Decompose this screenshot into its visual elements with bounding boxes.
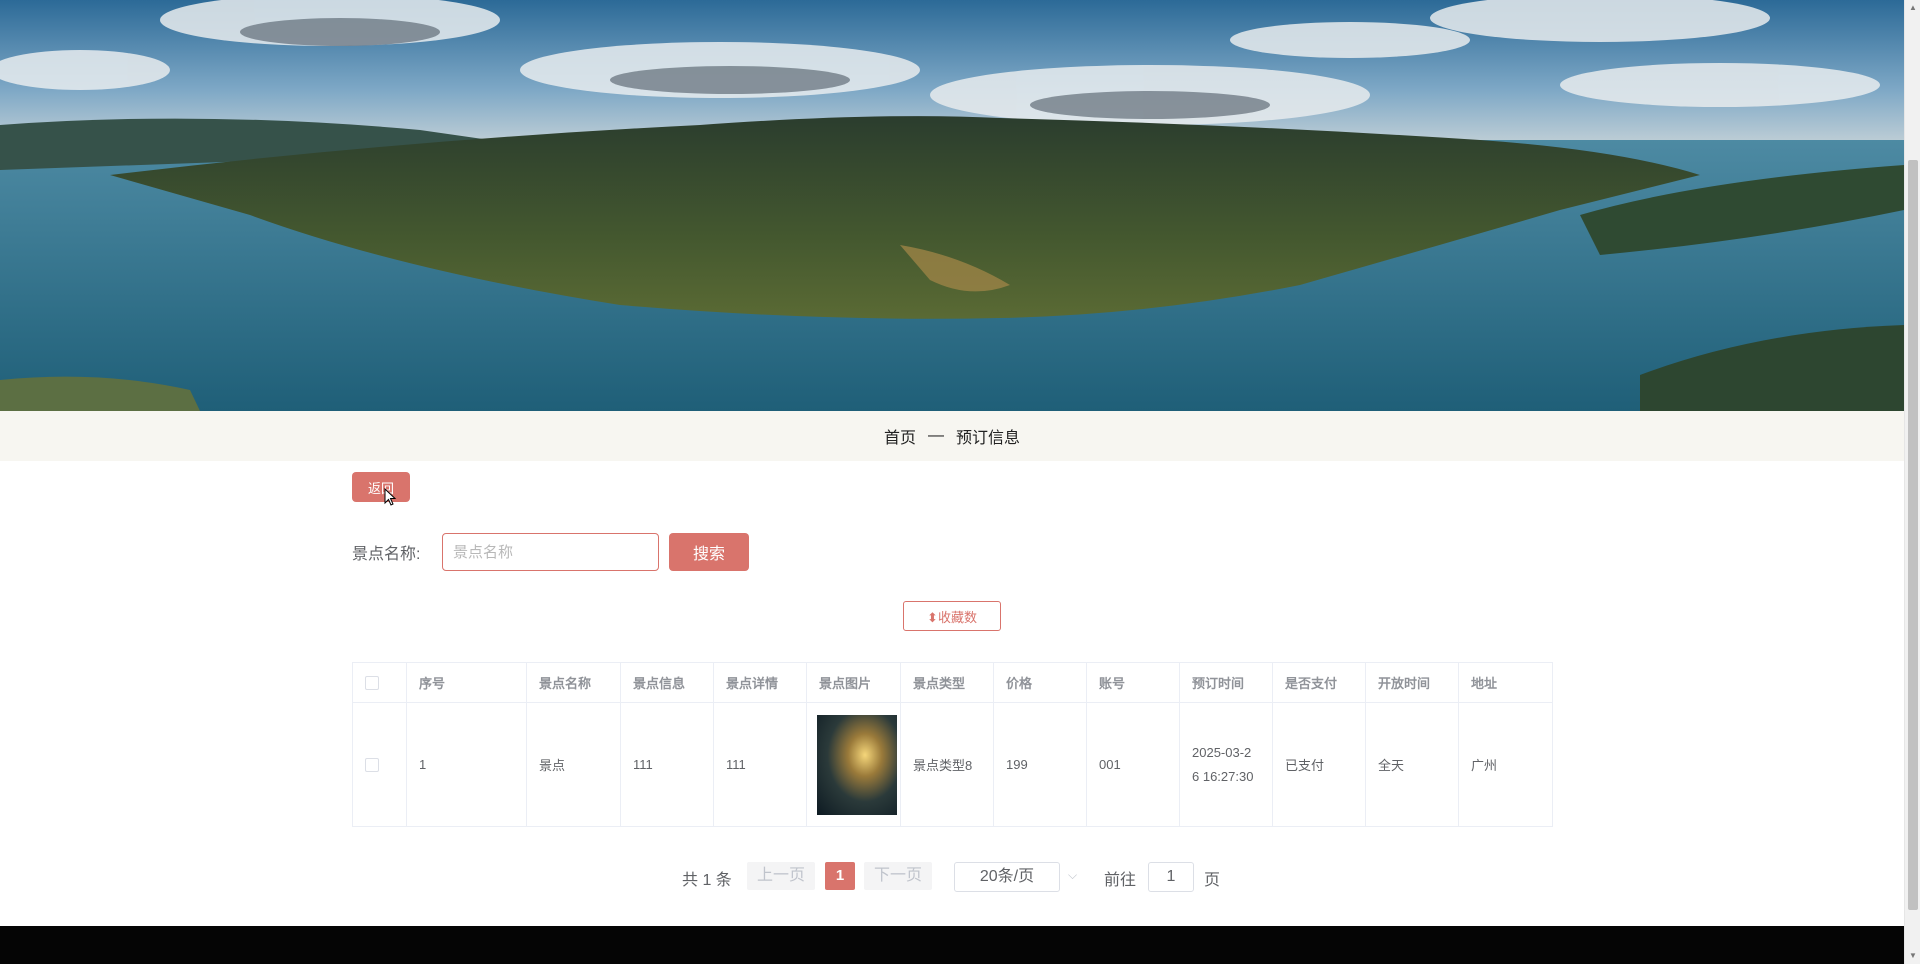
- select-all-cell: [352, 662, 407, 703]
- table-row[interactable]: 1 景点 111 111 景点类型8 199 001 2025-03-2 6 16…: [352, 702, 1553, 827]
- breadcrumb-home[interactable]: 首页: [884, 424, 916, 448]
- scroll-down-icon[interactable]: ▼: [1905, 948, 1920, 964]
- prev-page-button[interactable]: 上一页: [747, 862, 816, 890]
- select-all-checkbox[interactable]: [365, 676, 379, 691]
- breadcrumb-current: 预订信息: [956, 430, 1021, 447]
- booking-table: 序号 景点名称 景点信息 景点详情 景点图片 景点类型 价格 账号 预订时间 是…: [352, 662, 1553, 827]
- breadcrumb-separator: —: [928, 427, 944, 444]
- page-unit-label: 页: [1204, 872, 1221, 889]
- cell-account: 001: [1086, 702, 1180, 827]
- footer: [0, 926, 1904, 964]
- row-checkbox[interactable]: [365, 758, 379, 773]
- column-header: 景点类型: [900, 662, 994, 703]
- cell-image: [806, 702, 901, 827]
- column-header: 序号: [406, 662, 527, 703]
- row-select-cell: [352, 702, 407, 827]
- page-size-select[interactable]: 20条/页: [954, 862, 1060, 892]
- sort-icon: ⬍: [927, 609, 938, 625]
- pagination-total: 共 1 条: [682, 872, 732, 889]
- booking-time-line2: 6 16:27:30: [1192, 768, 1254, 784]
- scroll-up-icon[interactable]: ▲: [1905, 0, 1920, 16]
- goto-label: 前往: [1104, 872, 1137, 889]
- column-header: 景点信息: [620, 662, 714, 703]
- column-header: 账号: [1086, 662, 1180, 703]
- scrollbar-thumb[interactable]: [1908, 160, 1918, 910]
- search-button[interactable]: 搜索: [669, 533, 749, 571]
- sort-by-favorites-button[interactable]: ⬍收藏数: [903, 601, 1001, 631]
- hero-landscape-image: [0, 0, 1904, 411]
- chevron-down-icon: ⌵: [1068, 868, 1078, 882]
- cell-type: 景点类型8: [900, 702, 994, 827]
- cell-details: 111: [713, 702, 807, 827]
- search-label: 景点名称:: [352, 546, 421, 563]
- sort-button-label: 收藏数: [937, 609, 977, 625]
- cell-open-time: 全天: [1365, 702, 1459, 827]
- column-header: 地址: [1458, 662, 1553, 703]
- cell-info: 111: [620, 702, 714, 827]
- booking-time-line1: 2025-03-2: [1192, 744, 1252, 760]
- goto-page-input[interactable]: [1148, 862, 1194, 892]
- column-header: 景点名称: [526, 662, 621, 703]
- cell-paid: 已支付: [1272, 702, 1366, 827]
- table-header-row: 序号 景点名称 景点信息 景点详情 景点图片 景点类型 价格 账号 预订时间 是…: [352, 662, 1553, 703]
- column-header: 价格: [993, 662, 1087, 703]
- cell-name: 景点: [526, 702, 621, 827]
- column-header: 景点图片: [806, 662, 901, 703]
- cell-index: 1: [406, 702, 527, 827]
- cell-address: 广州: [1458, 702, 1553, 827]
- column-header: 开放时间: [1365, 662, 1459, 703]
- pagination: 共 1 条 上一页 1 下一页 20条/页 ⌵ 前往 页: [0, 862, 1904, 892]
- back-button[interactable]: 返回: [352, 472, 410, 502]
- hero-banner: [0, 0, 1904, 411]
- breadcrumb: 首页 — 预订信息: [0, 411, 1904, 461]
- vertical-scrollbar[interactable]: ▲ ▼: [1904, 0, 1920, 964]
- search-input[interactable]: [442, 533, 659, 571]
- cell-price: 199: [993, 702, 1087, 827]
- column-header: 景点详情: [713, 662, 807, 703]
- next-page-button[interactable]: 下一页: [864, 862, 933, 890]
- scenic-thumbnail-image[interactable]: [817, 714, 897, 815]
- mouse-cursor-icon: [384, 488, 397, 506]
- column-header: 预订时间: [1179, 662, 1273, 703]
- cell-booking-time: 2025-03-2 6 16:27:30: [1179, 702, 1273, 827]
- column-header: 是否支付: [1272, 662, 1366, 703]
- page-number-current[interactable]: 1: [825, 862, 855, 890]
